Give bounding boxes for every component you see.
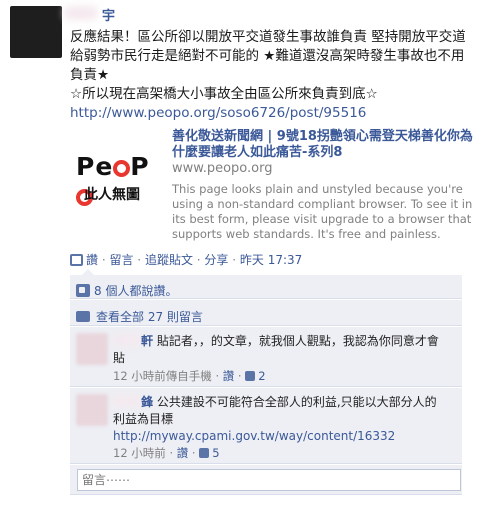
comment-1-time[interactable]: 12 小時前 <box>113 369 166 383</box>
attachment-domain: www.peopo.org <box>172 161 273 176</box>
attachment-title[interactable]: 善化敬送新聞網 | 9號18拐艷領心需登天梯善化你為什麼要讓老人如此痛苦-系列8 <box>172 129 484 161</box>
poster-name[interactable]: 宇 <box>102 5 115 24</box>
post-line-3: 負責★ <box>70 67 110 83</box>
comment-1-like-link[interactable]: 讚 <box>223 369 235 383</box>
view-all-comments-link[interactable]: 查看全部 27 則留言 <box>96 310 203 324</box>
comment-2-text: 鋒 公共建設不可能符合全部人的利益,只能以大部分人的 利益為目標 http://my… <box>113 395 437 443</box>
comment-2-time[interactable]: 12 小時前 <box>113 446 166 460</box>
poster-avatar[interactable] <box>10 6 62 58</box>
post-timestamp[interactable]: 昨天 17:37 <box>240 253 302 267</box>
share-link[interactable]: 分享 <box>204 253 228 267</box>
comment-1-avatar[interactable] <box>76 333 108 365</box>
comment-1-text: 軒 貼記者，，的文章，就我個人觀點，我認為你同意才會貼 <box>113 334 439 365</box>
comment-2-like-count[interactable]: 5 <box>212 446 219 460</box>
post-message: 反應結果！區公所卻以開放平交道發生事故誰負責 堅持開放平交道 給弱勢市民行走是絕… <box>70 28 480 123</box>
comment-icon <box>76 311 90 322</box>
comment-2-author[interactable]: 鋒 <box>141 395 153 409</box>
post-line-1: 反應結果！區公所卻以開放平交道發生事故誰負責 堅持開放平交道 <box>70 29 466 45</box>
comment-1-meta: 12 小時前傳自手機 · 讚 · 2 <box>113 369 266 383</box>
share-icon <box>70 254 83 266</box>
attachment-thumbnail[interactable]: Pe P 此人無圖 <box>70 138 166 234</box>
comment-1-author[interactable]: 軒 <box>141 334 153 348</box>
comment-2-like-icon <box>199 448 210 458</box>
post-line-2: 給弱勢市民行走是絕對不可能的 ★難道還沒高架時發生事故也不用 <box>70 48 465 64</box>
comment-input[interactable] <box>77 469 461 491</box>
comment-2-link[interactable]: http://myway.cpami.gov.tw/way/content/16… <box>113 429 395 443</box>
view-all-comments[interactable]: 查看全部 27 則留言 <box>70 300 462 326</box>
poster-name-redaction <box>64 6 98 20</box>
attachment-description: This page looks plain and unstyled becau… <box>172 182 473 241</box>
peopo-logo-subtitle: 此人無圖 <box>84 187 140 203</box>
likes-summary: 8 個人都說讚。 <box>70 275 462 299</box>
comment-2-like-link[interactable]: 讚 <box>177 446 189 460</box>
comment-link[interactable]: 留言 <box>109 253 133 267</box>
comment-2-meta: 12 小時前 · 讚 · 5 <box>113 446 220 460</box>
comment-1-like-icon <box>245 371 256 381</box>
likes-text[interactable]: 8 個人都說讚。 <box>94 284 177 298</box>
comment-2-avatar[interactable] <box>76 394 108 426</box>
comment-1-via: 傳自手機 <box>165 369 212 383</box>
like-link[interactable]: 讚 <box>86 253 98 267</box>
comment-1-like-count[interactable]: 2 <box>258 369 265 383</box>
thumbs-up-icon <box>76 284 90 297</box>
follow-post-link[interactable]: 追蹤貼文 <box>145 253 193 267</box>
post-action-bar: 讚 · 留言 · 追蹤貼文 · 分享 · 昨天 17:37 <box>70 251 302 268</box>
post-link[interactable]: http://www.peopo.org/soso6726/post/95516 <box>70 105 366 121</box>
post-line-4: ☆所以現在高架橋大小事故全由區公所來負責到底☆ <box>70 86 378 102</box>
